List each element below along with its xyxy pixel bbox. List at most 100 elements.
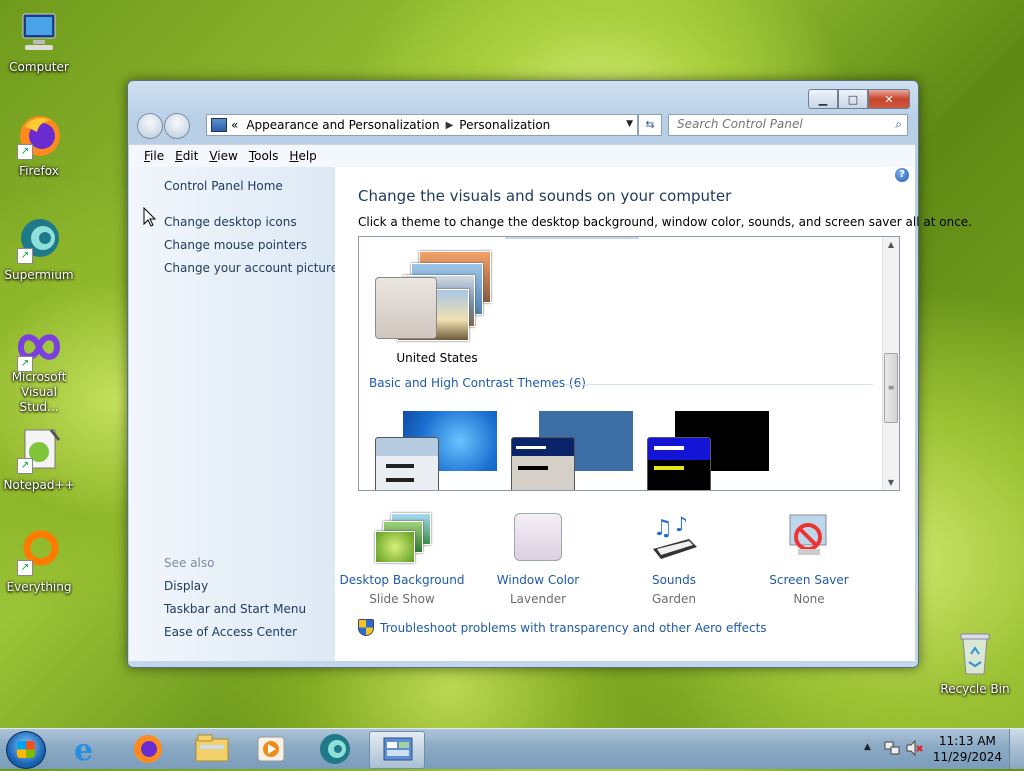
svg-text:♫: ♫ xyxy=(653,516,673,541)
back-button[interactable] xyxy=(137,113,163,139)
scroll-down-icon[interactable]: ▼ xyxy=(883,478,899,487)
start-button[interactable] xyxy=(6,731,46,769)
taskbar-explorer[interactable] xyxy=(184,731,238,767)
property-value: Lavender xyxy=(509,592,567,606)
notepadpp-icon: ↗ xyxy=(15,426,63,474)
desktop-background-link[interactable]: Desktop Background Slide Show xyxy=(337,513,467,606)
left-pane: Control Panel Home Change desktop icons … xyxy=(129,167,338,661)
theme-list-scrollbar[interactable]: ▲ ≡ ▼ xyxy=(882,237,899,490)
show-desktop-button[interactable] xyxy=(1009,729,1024,769)
desktop-icon-recycle-bin[interactable]: Recycle Bin xyxy=(937,630,1013,696)
clock[interactable]: 11:13 AM 11/29/2024 xyxy=(933,733,1002,765)
menu-file[interactable]: File xyxy=(144,149,164,163)
screen-saver-icon xyxy=(784,513,834,563)
breadcrumb-personalization[interactable]: Personalization xyxy=(459,118,550,132)
taskbar-start-menu-link[interactable]: Taskbar and Start Menu xyxy=(164,602,306,616)
theme-high-contrast[interactable] xyxy=(647,411,769,490)
page-description: Click a theme to change the desktop back… xyxy=(358,215,972,229)
menu-view[interactable]: View xyxy=(209,149,237,163)
svg-text:e: e xyxy=(74,733,93,767)
shield-icon xyxy=(358,619,374,636)
sounds-link[interactable]: ♫ ♪ Sounds Garden xyxy=(609,512,739,606)
theme-label: United States xyxy=(396,351,478,365)
windows-logo-icon xyxy=(17,741,35,758)
address-bar[interactable]: « Appearance and Personalization ▶ Perso… xyxy=(206,114,638,136)
desktop-icon-supermium[interactable]: ↗ Supermium xyxy=(1,216,77,282)
change-mouse-pointers-link[interactable]: Change mouse pointers xyxy=(164,238,307,252)
refresh-button[interactable]: ⇆ xyxy=(638,114,662,136)
theme-list[interactable]: United States Basic and High Contrast Th… xyxy=(358,236,900,491)
taskbar-internet-explorer[interactable]: e xyxy=(60,731,114,768)
forward-button[interactable] xyxy=(164,113,190,139)
address-dropdown-icon[interactable]: ▼ xyxy=(626,119,633,129)
menu-help[interactable]: Help xyxy=(289,149,316,163)
scroll-up-icon[interactable]: ▲ xyxy=(883,240,899,249)
desktop-icon-computer[interactable]: Computer xyxy=(1,8,77,74)
network-icon[interactable] xyxy=(884,740,900,756)
property-name: Window Color xyxy=(496,573,580,587)
shortcut-arrow-icon: ↗ xyxy=(17,248,33,264)
scroll-thumb[interactable]: ≡ xyxy=(884,353,898,423)
desktop-icon-visual-studio[interactable]: ↗ Microsoft Visual Stud... xyxy=(1,328,77,415)
selection-edge xyxy=(505,237,639,239)
firefox-icon xyxy=(134,735,162,763)
desktop-icon-label: Everything xyxy=(6,580,72,594)
recycle-bin-icon xyxy=(951,630,999,678)
taskbar-firefox[interactable] xyxy=(120,731,174,767)
clock-date: 11/29/2024 xyxy=(932,750,1002,764)
volume-muted-icon[interactable] xyxy=(906,739,924,757)
theme-properties: Desktop Background Slide Show Window Col… xyxy=(335,512,915,613)
troubleshoot-link[interactable]: Troubleshoot problems with transparency … xyxy=(358,619,767,636)
svg-text:♪: ♪ xyxy=(675,513,688,536)
personalization-window: ▁ □ ✕ « Appearance and Personalization ▶… xyxy=(127,80,972,668)
breadcrumb-arrow-icon[interactable]: ▶ xyxy=(446,120,454,131)
show-hidden-icons-icon[interactable]: ▲ xyxy=(864,742,871,752)
everything-icon: ↗ xyxy=(15,528,63,576)
window-color-link[interactable]: Window Color Lavender xyxy=(473,513,603,606)
taskbar-supermium[interactable] xyxy=(308,731,362,767)
desktop-icon-firefox[interactable]: ↗ Firefox xyxy=(1,112,77,178)
taskbar-control-panel[interactable] xyxy=(369,731,425,769)
group-divider xyxy=(565,384,873,385)
caption-buttons: ▁ □ ✕ xyxy=(808,89,910,109)
maximize-button[interactable]: □ xyxy=(838,89,868,109)
basic-themes-heading: Basic and High Contrast Themes (6) xyxy=(369,376,586,390)
control-panel-icon xyxy=(383,737,413,761)
taskbar-media-player[interactable] xyxy=(244,731,298,767)
breadcrumb-appearance[interactable]: Appearance and Personalization xyxy=(246,118,439,132)
display-link[interactable]: Display xyxy=(164,579,208,593)
theme-windows-basic[interactable] xyxy=(375,411,497,490)
change-desktop-icons-link[interactable]: Change desktop icons xyxy=(164,215,297,229)
close-button[interactable]: ✕ xyxy=(868,89,910,109)
minimize-button[interactable]: ▁ xyxy=(808,89,838,109)
change-account-picture-link[interactable]: Change your account picture xyxy=(164,261,338,275)
clock-time: 11:13 AM xyxy=(938,734,996,748)
search-box[interactable]: ⌕ xyxy=(668,114,908,136)
theme-united-states[interactable]: United States xyxy=(373,245,503,365)
search-input[interactable] xyxy=(669,115,877,133)
ease-of-access-link[interactable]: Ease of Access Center xyxy=(164,625,297,639)
main-pane: ? Change the visuals and sounds on your … xyxy=(335,167,972,661)
desktop-icon-label: Recycle Bin xyxy=(940,682,1010,696)
supermium-icon xyxy=(320,734,350,764)
property-value: None xyxy=(793,592,825,606)
breadcrumb-prefix[interactable]: « xyxy=(231,118,238,132)
desktop-background-icon xyxy=(375,513,431,563)
control-panel-icon xyxy=(211,118,227,132)
screen-saver-link[interactable]: Screen Saver None xyxy=(744,513,874,606)
help-icon[interactable]: ? xyxy=(895,168,909,182)
shortcut-arrow-icon: ↗ xyxy=(17,458,33,474)
menu-tools[interactable]: Tools xyxy=(249,149,279,163)
search-icon[interactable]: ⌕ xyxy=(895,117,902,132)
control-panel-home-link[interactable]: Control Panel Home xyxy=(164,179,283,193)
window-color-icon xyxy=(513,513,563,563)
theme-windows-classic[interactable] xyxy=(511,411,633,490)
desktop-icon-notepadpp[interactable]: ↗ Notepad++ xyxy=(1,426,77,492)
taskbar: e ▲ 11:13 AM 11/29/2024 xyxy=(0,728,1024,769)
computer-icon xyxy=(15,8,63,56)
supermium-icon: ↗ xyxy=(15,216,63,264)
menu-edit[interactable]: Edit xyxy=(175,149,198,163)
visual-studio-icon: ↗ xyxy=(15,328,63,372)
property-value: Garden xyxy=(652,592,696,606)
desktop-icon-everything[interactable]: ↗ Everything xyxy=(1,528,77,594)
